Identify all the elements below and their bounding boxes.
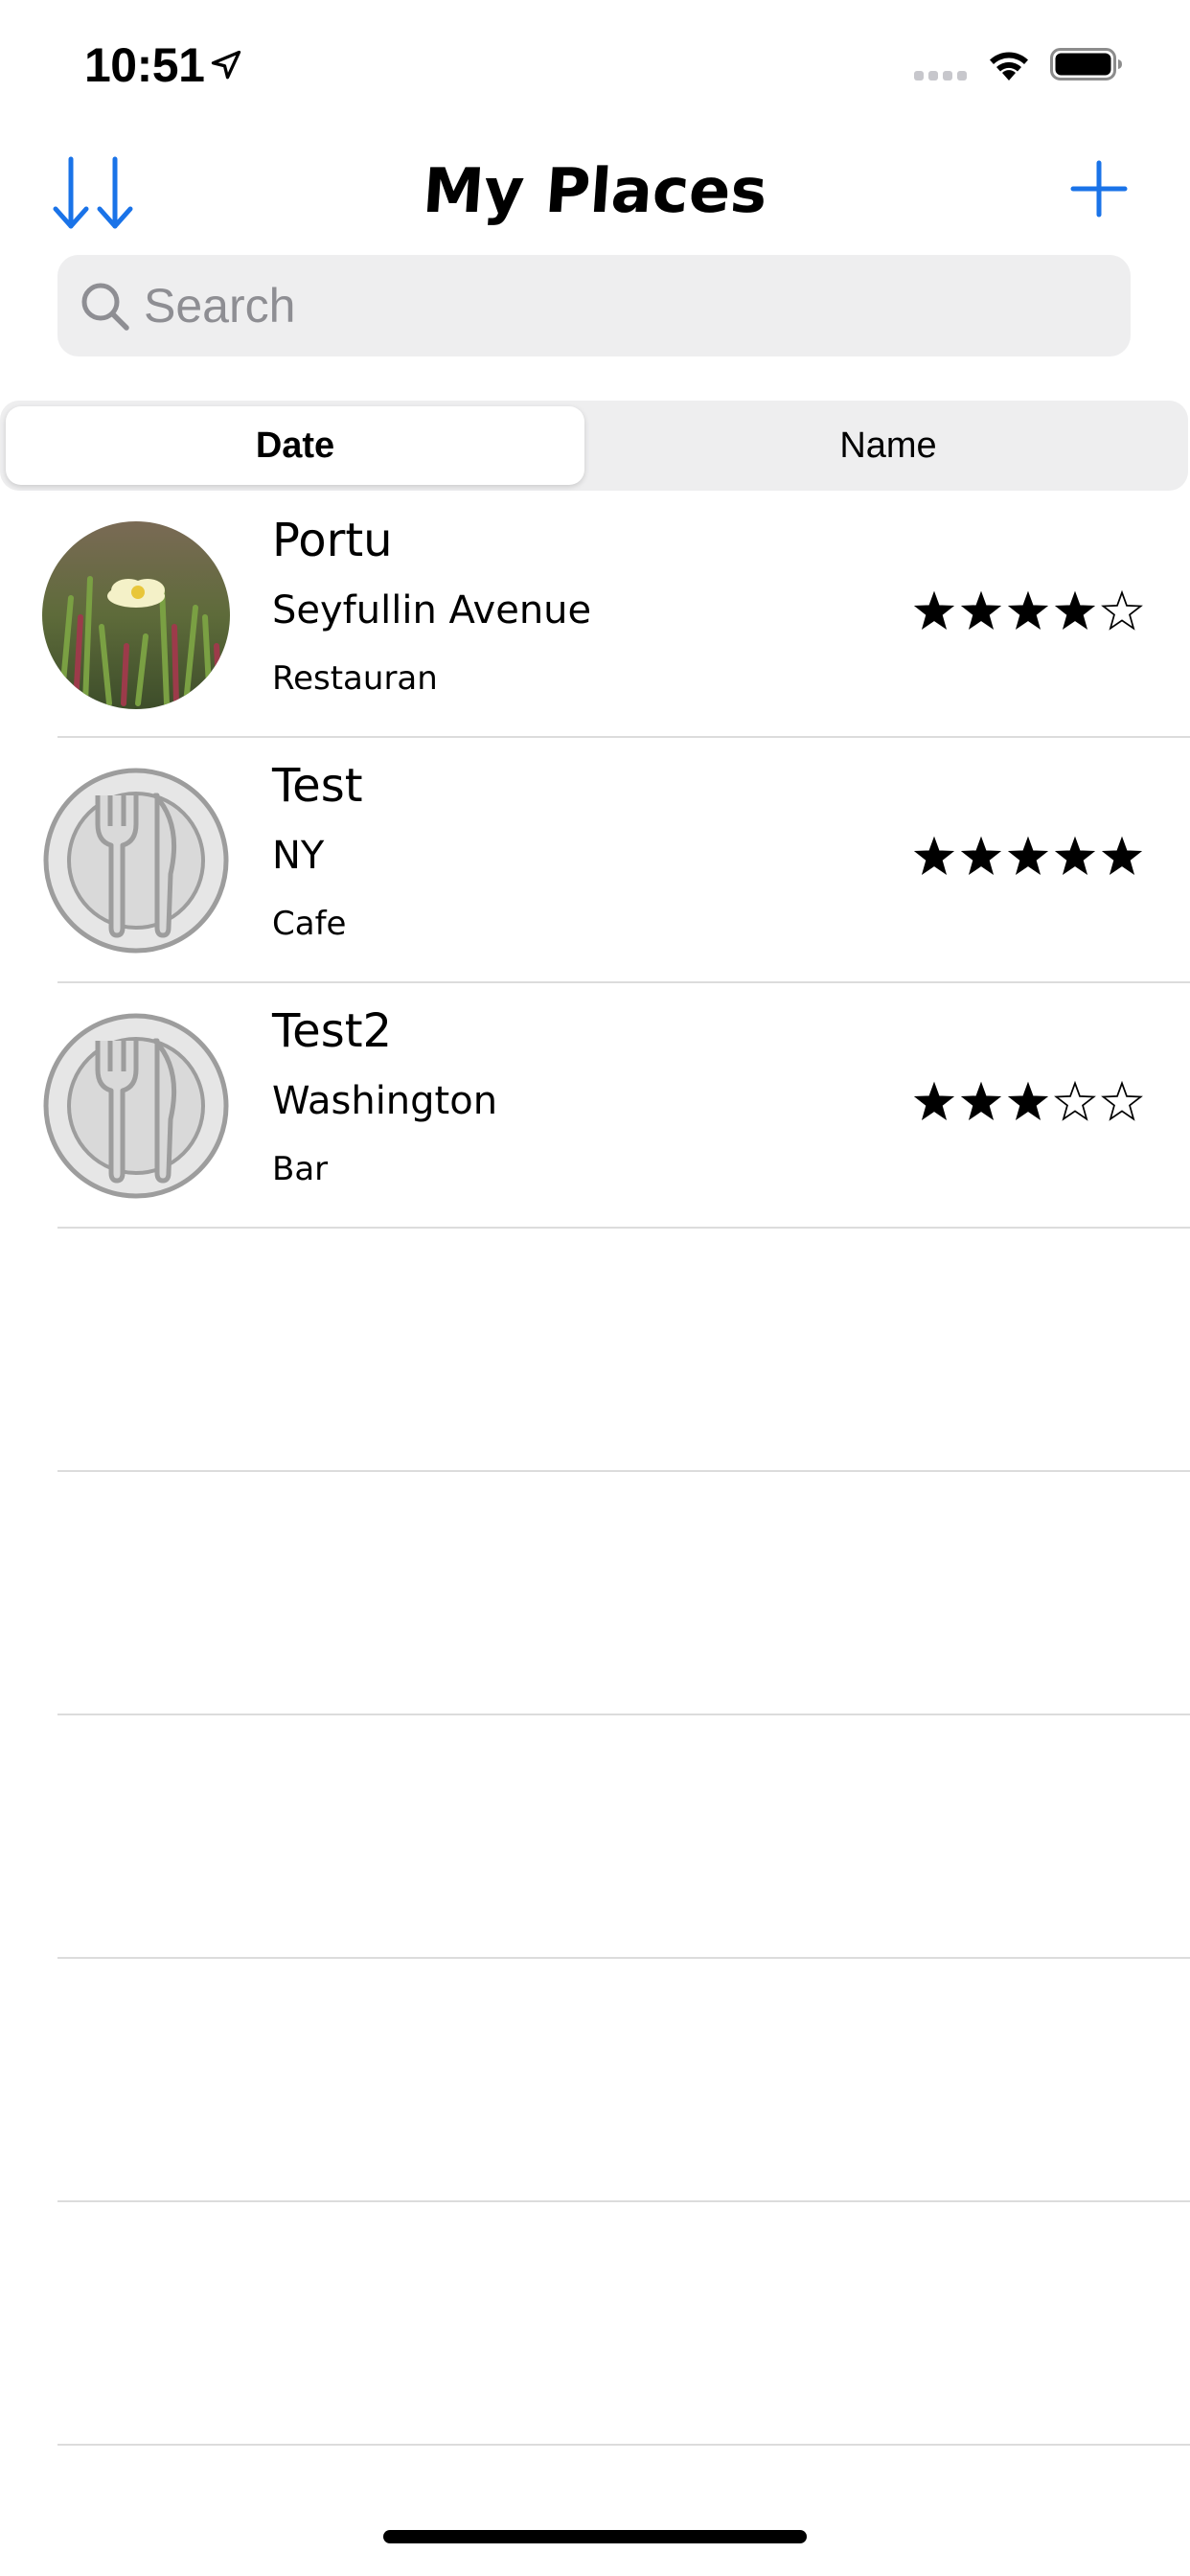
place-name: Test bbox=[272, 759, 363, 813]
place-location: NY bbox=[272, 834, 325, 878]
sort-segmented-control: Date Name bbox=[0, 401, 1188, 491]
search-bar[interactable] bbox=[57, 255, 1131, 356]
sort-descending-icon bbox=[53, 156, 133, 229]
star-filled-icon bbox=[959, 588, 1007, 638]
rating-stars bbox=[912, 588, 1152, 642]
star-filled-icon bbox=[912, 834, 960, 884]
star-filled-icon bbox=[1053, 834, 1101, 884]
place-photo bbox=[42, 521, 230, 709]
table-row[interactable]: Test NY Cafe bbox=[0, 738, 1190, 981]
search-input[interactable] bbox=[144, 255, 1102, 356]
fork-knife-placeholder-icon bbox=[43, 1013, 229, 1199]
row-separator bbox=[57, 1227, 1190, 1229]
rating-stars bbox=[912, 1079, 1152, 1133]
fork-knife-placeholder-icon bbox=[43, 768, 229, 954]
empty-row-separator bbox=[57, 1470, 1190, 1472]
table-row[interactable]: Portu Seyfullin Avenue Restauran bbox=[0, 493, 1190, 736]
empty-row-separator bbox=[57, 2444, 1190, 2446]
place-type: Bar bbox=[272, 1150, 329, 1188]
place-name: Test2 bbox=[272, 1004, 393, 1058]
segment-date[interactable]: Date bbox=[6, 406, 584, 485]
wifi-icon bbox=[990, 52, 1028, 80]
star-filled-icon bbox=[1100, 834, 1148, 884]
place-type: Restauran bbox=[272, 659, 438, 698]
table-row[interactable]: Test2 Washington Bar bbox=[0, 983, 1190, 1227]
star-filled-icon bbox=[1006, 834, 1054, 884]
place-type: Cafe bbox=[272, 905, 347, 943]
empty-row-separator bbox=[57, 1957, 1190, 1959]
home-indicator bbox=[383, 2530, 807, 2543]
status-time: 10:51 bbox=[84, 38, 205, 92]
add-place-button[interactable] bbox=[1069, 159, 1129, 218]
battery-icon bbox=[1050, 48, 1122, 80]
segment-name[interactable]: Name bbox=[594, 406, 1182, 485]
star-empty-icon bbox=[1100, 1079, 1148, 1129]
place-location: Seyfullin Avenue bbox=[272, 588, 592, 632]
rating-stars bbox=[912, 834, 1152, 887]
signal-icon bbox=[914, 71, 967, 80]
star-filled-icon bbox=[912, 1079, 960, 1129]
flower-photo bbox=[42, 521, 230, 709]
navigation-bar: My Places bbox=[0, 134, 1190, 249]
star-filled-icon bbox=[1053, 588, 1101, 638]
page-title: My Places bbox=[420, 156, 770, 227]
empty-row-separator bbox=[57, 2200, 1190, 2202]
star-filled-icon bbox=[1006, 1079, 1054, 1129]
place-photo bbox=[42, 1012, 230, 1200]
star-filled-icon bbox=[912, 588, 960, 638]
location-arrow-icon bbox=[211, 50, 241, 80]
place-name: Portu bbox=[272, 514, 393, 567]
star-filled-icon bbox=[959, 1079, 1007, 1129]
place-photo bbox=[42, 767, 230, 954]
search-icon bbox=[81, 283, 129, 331]
status-bar: 10:51 bbox=[0, 0, 1190, 134]
place-location: Washington bbox=[272, 1079, 498, 1123]
plus-icon bbox=[1070, 160, 1128, 218]
empty-row-separator bbox=[57, 1714, 1190, 1715]
star-filled-icon bbox=[959, 834, 1007, 884]
star-empty-icon bbox=[1100, 588, 1148, 638]
star-empty-icon bbox=[1053, 1079, 1101, 1129]
sort-button[interactable] bbox=[50, 153, 136, 234]
star-filled-icon bbox=[1006, 588, 1054, 638]
